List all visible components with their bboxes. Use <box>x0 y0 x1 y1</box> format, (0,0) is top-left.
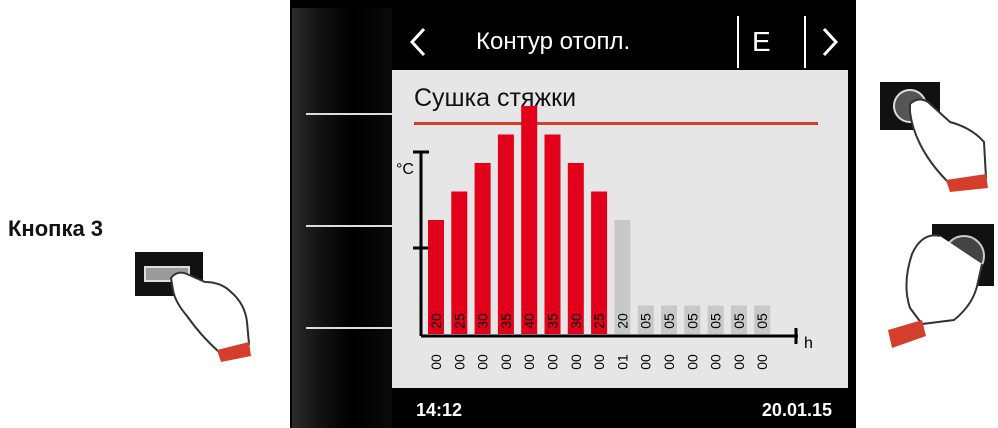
bar-value-label: 25 <box>451 313 467 329</box>
chart-bar <box>451 191 468 334</box>
status-bar: 14:12 20.01.15 <box>392 388 848 428</box>
bar-value-label: 25 <box>591 313 607 329</box>
header-title: Контур отопл. <box>476 28 631 55</box>
soft-key-1[interactable] <box>306 113 392 115</box>
x-tick-label: 00 <box>731 354 747 370</box>
bar-value-label: 05 <box>754 313 770 329</box>
bar-value-label: 40 <box>521 313 537 329</box>
chart-bar <box>521 106 538 334</box>
x-tick-label: 00 <box>545 354 561 370</box>
clock-date: 20.01.15 <box>761 400 832 420</box>
x-tick-label: 00 <box>498 354 514 370</box>
header-divider <box>737 16 739 68</box>
header-divider <box>804 16 806 68</box>
chevron-left-icon[interactable] <box>408 26 428 63</box>
clock-time: 14:12 <box>416 400 463 420</box>
chart-bar <box>497 134 514 334</box>
x-tick-label: 00 <box>754 354 770 370</box>
bar-value-label: 05 <box>684 313 700 329</box>
x-tick-label: 00 <box>661 354 677 370</box>
chart-bar <box>567 163 584 334</box>
chevron-right-icon[interactable] <box>820 26 840 63</box>
x-tick-label: 00 <box>451 354 467 370</box>
button-3-label: Кнопка 3 <box>8 216 104 241</box>
bar-value-label: 05 <box>638 313 654 329</box>
x-tick-label: 00 <box>708 354 724 370</box>
x-tick-label: 00 <box>638 354 654 370</box>
soft-key-3[interactable] <box>306 327 392 329</box>
hand-pressing-knob-icon <box>880 82 990 192</box>
e-button[interactable]: E <box>752 26 771 58</box>
chart-bar <box>591 191 608 334</box>
soft-key-bezel <box>292 8 392 428</box>
soft-key-2[interactable] <box>306 225 392 227</box>
header-bar: Контур отопл. E <box>392 14 848 70</box>
bar-value-label: 05 <box>708 313 724 329</box>
hand-pressing-button-icon <box>135 252 255 362</box>
x-tick-label: 00 <box>568 354 584 370</box>
x-axis-label: h <box>804 335 813 352</box>
screed-drying-chart: °C h 20 00 25 00 30 00 35 00 40 00 35 00 30 00 25 00 20 01 0… <box>396 106 813 370</box>
content-panel: Сушка стяжки °C h 20 00 25 00 30 00 35 00 40 00 35 00… <box>392 70 848 388</box>
bar-value-label: 20 <box>428 313 444 329</box>
x-tick-label: 00 <box>428 354 444 370</box>
x-tick-label: 00 <box>475 354 491 370</box>
x-tick-label: 01 <box>614 354 630 370</box>
chart-bar <box>544 134 561 334</box>
bar-value-label: 35 <box>498 313 514 329</box>
bar-value-label: 30 <box>475 313 491 329</box>
chart-bar <box>474 163 491 334</box>
y-axis-label: °C <box>396 161 414 178</box>
bar-value-label: 20 <box>614 313 630 329</box>
bar-value-label: 35 <box>545 313 561 329</box>
x-tick-label: 00 <box>684 354 700 370</box>
x-tick-label: 00 <box>521 354 537 370</box>
bar-value-label: 30 <box>568 313 584 329</box>
hand-turning-knob-icon <box>882 224 994 354</box>
x-tick-label: 00 <box>591 354 607 370</box>
bar-value-label: 05 <box>661 313 677 329</box>
bar-value-label: 05 <box>731 313 747 329</box>
